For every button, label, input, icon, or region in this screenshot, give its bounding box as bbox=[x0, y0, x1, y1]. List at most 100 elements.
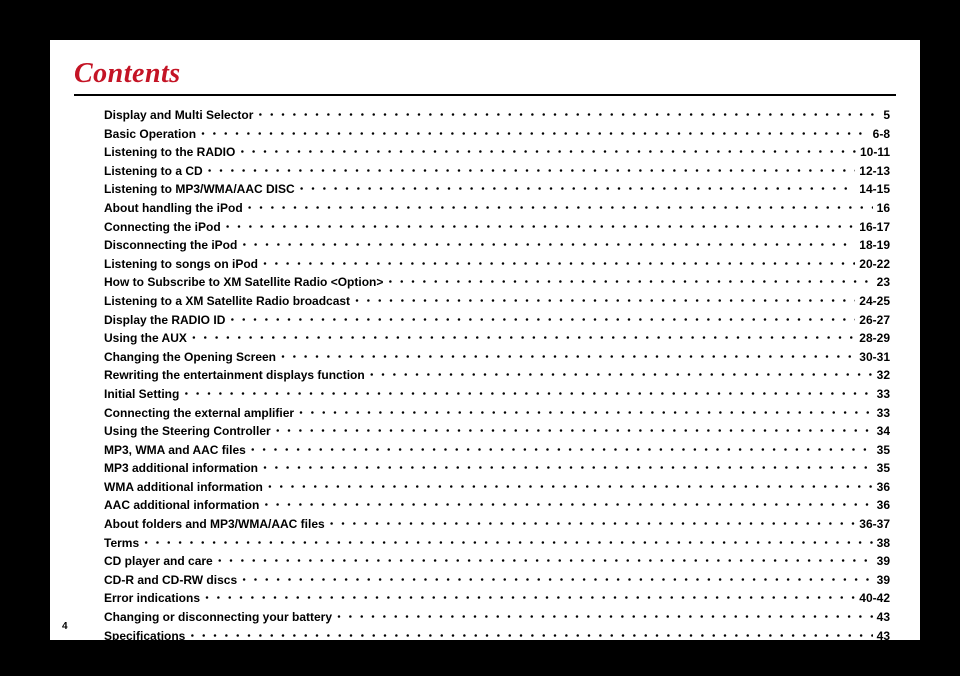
toc-label: Display and Multi Selector bbox=[104, 106, 253, 125]
toc-row: Terms38 bbox=[104, 534, 890, 553]
toc-label: About folders and MP3/WMA/AAC files bbox=[104, 515, 325, 534]
toc-label: Listening to MP3/WMA/AAC DISC bbox=[104, 180, 295, 199]
toc-row: Changing the Opening Screen 30-31 bbox=[104, 348, 890, 367]
toc-leader-dots bbox=[267, 478, 873, 497]
toc-row: Listening to a XM Satellite Radio broadc… bbox=[104, 292, 890, 311]
document-page: Contents Display and Multi Selector5Basi… bbox=[50, 40, 920, 640]
toc-leader-dots bbox=[241, 571, 873, 590]
toc-leader-dots bbox=[369, 366, 873, 385]
toc-page: 33 bbox=[877, 404, 890, 423]
toc-page: 12-13 bbox=[859, 162, 890, 181]
toc-label: WMA additional information bbox=[104, 478, 263, 497]
toc-row: Display and Multi Selector5 bbox=[104, 106, 890, 125]
toc-row: Listening to a CD 12-13 bbox=[104, 162, 890, 181]
toc-leader-dots bbox=[298, 404, 873, 423]
toc-label: Listening to the RADIO bbox=[104, 143, 235, 162]
toc-label: Display the RADIO ID bbox=[104, 311, 225, 330]
toc-row: Listening to songs on iPod20-22 bbox=[104, 255, 890, 274]
toc-leader-dots bbox=[189, 627, 872, 646]
toc-row: Specifications 43 bbox=[104, 627, 890, 646]
toc-row: MP3, WMA and AAC files 35 bbox=[104, 441, 890, 460]
toc-leader-dots bbox=[250, 441, 873, 460]
toc-label: Rewriting the entertainment displays fun… bbox=[104, 366, 365, 385]
toc-label: Listening to a XM Satellite Radio broadc… bbox=[104, 292, 350, 311]
toc-page: 34 bbox=[877, 422, 890, 441]
toc-leader-dots bbox=[204, 589, 855, 608]
toc-row: Listening to MP3/WMA/AAC DISC 14-15 bbox=[104, 180, 890, 199]
toc-row: About handling the iPod16 bbox=[104, 199, 890, 218]
table-of-contents: Display and Multi Selector5Basic Operati… bbox=[74, 106, 896, 645]
toc-row: Rewriting the entertainment displays fun… bbox=[104, 366, 890, 385]
toc-row: Display the RADIO ID 26-27 bbox=[104, 311, 890, 330]
toc-page: 23 bbox=[877, 273, 890, 292]
toc-row: MP3 additional information 35 bbox=[104, 459, 890, 478]
toc-label: Using the Steering Controller bbox=[104, 422, 271, 441]
toc-leader-dots bbox=[239, 143, 856, 162]
toc-page: 38 bbox=[877, 534, 890, 553]
toc-leader-dots bbox=[217, 552, 873, 571]
toc-label: CD-R and CD-RW discs bbox=[104, 571, 237, 590]
watermark: carmanualsonline.info bbox=[729, 648, 954, 674]
toc-row: About folders and MP3/WMA/AAC files 36-37 bbox=[104, 515, 890, 534]
toc-page: 26-27 bbox=[859, 311, 890, 330]
toc-row: CD player and care39 bbox=[104, 552, 890, 571]
toc-leader-dots bbox=[225, 218, 856, 237]
toc-page: 14-15 bbox=[859, 180, 890, 199]
toc-leader-dots bbox=[183, 385, 872, 404]
toc-row: Basic Operation 6-8 bbox=[104, 125, 890, 144]
toc-page: 18-19 bbox=[859, 236, 890, 255]
toc-page: 36 bbox=[877, 478, 890, 497]
toc-page: 6-8 bbox=[873, 125, 890, 144]
toc-leader-dots bbox=[354, 292, 855, 311]
toc-page: 35 bbox=[877, 441, 890, 460]
toc-page: 36 bbox=[877, 496, 890, 515]
toc-label: Connecting the iPod bbox=[104, 218, 221, 237]
toc-leader-dots bbox=[143, 534, 873, 553]
toc-page: 33 bbox=[877, 385, 890, 404]
toc-page: 16-17 bbox=[859, 218, 890, 237]
toc-leader-dots bbox=[229, 311, 855, 330]
toc-leader-dots bbox=[207, 162, 856, 181]
toc-leader-dots bbox=[262, 255, 855, 274]
toc-leader-dots bbox=[191, 329, 855, 348]
toc-row: CD-R and CD-RW discs39 bbox=[104, 571, 890, 590]
toc-leader-dots bbox=[200, 125, 869, 144]
toc-row: Using the Steering Controller 34 bbox=[104, 422, 890, 441]
toc-leader-dots bbox=[280, 348, 855, 367]
toc-leader-dots bbox=[257, 106, 879, 125]
toc-row: How to Subscribe to XM Satellite Radio <… bbox=[104, 273, 890, 292]
toc-page: 20-22 bbox=[859, 255, 890, 274]
toc-row: Error indications40-42 bbox=[104, 589, 890, 608]
toc-leader-dots bbox=[336, 608, 873, 627]
toc-page: 35 bbox=[877, 459, 890, 478]
toc-label: MP3 additional information bbox=[104, 459, 258, 478]
toc-label: How to Subscribe to XM Satellite Radio <… bbox=[104, 273, 383, 292]
toc-page: 28-29 bbox=[859, 329, 890, 348]
title-rule bbox=[74, 94, 896, 96]
toc-label: CD player and care bbox=[104, 552, 213, 571]
toc-label: Changing or disconnecting your battery bbox=[104, 608, 332, 627]
toc-leader-dots bbox=[247, 199, 873, 218]
toc-row: Initial Setting 33 bbox=[104, 385, 890, 404]
toc-label: Error indications bbox=[104, 589, 200, 608]
toc-label: Specifications bbox=[104, 627, 185, 646]
toc-leader-dots bbox=[299, 180, 856, 199]
toc-label: Listening to a CD bbox=[104, 162, 203, 181]
toc-page: 24-25 bbox=[859, 292, 890, 311]
toc-row: Listening to the RADIO10-11 bbox=[104, 143, 890, 162]
toc-label: Basic Operation bbox=[104, 125, 196, 144]
toc-page: 32 bbox=[877, 366, 890, 385]
toc-page: 43 bbox=[877, 608, 890, 627]
toc-label: Changing the Opening Screen bbox=[104, 348, 276, 367]
toc-leader-dots bbox=[387, 273, 872, 292]
page-title: Contents bbox=[74, 58, 896, 90]
toc-label: Initial Setting bbox=[104, 385, 179, 404]
page-number: 4 bbox=[62, 621, 68, 632]
toc-page: 36-37 bbox=[859, 515, 890, 534]
toc-label: Connecting the external amplifier bbox=[104, 404, 294, 423]
toc-label: Disconnecting the iPod bbox=[104, 236, 237, 255]
toc-label: MP3, WMA and AAC files bbox=[104, 441, 246, 460]
toc-page: 43 bbox=[877, 627, 890, 646]
toc-page: 30-31 bbox=[859, 348, 890, 367]
toc-row: Connecting the iPod 16-17 bbox=[104, 218, 890, 237]
